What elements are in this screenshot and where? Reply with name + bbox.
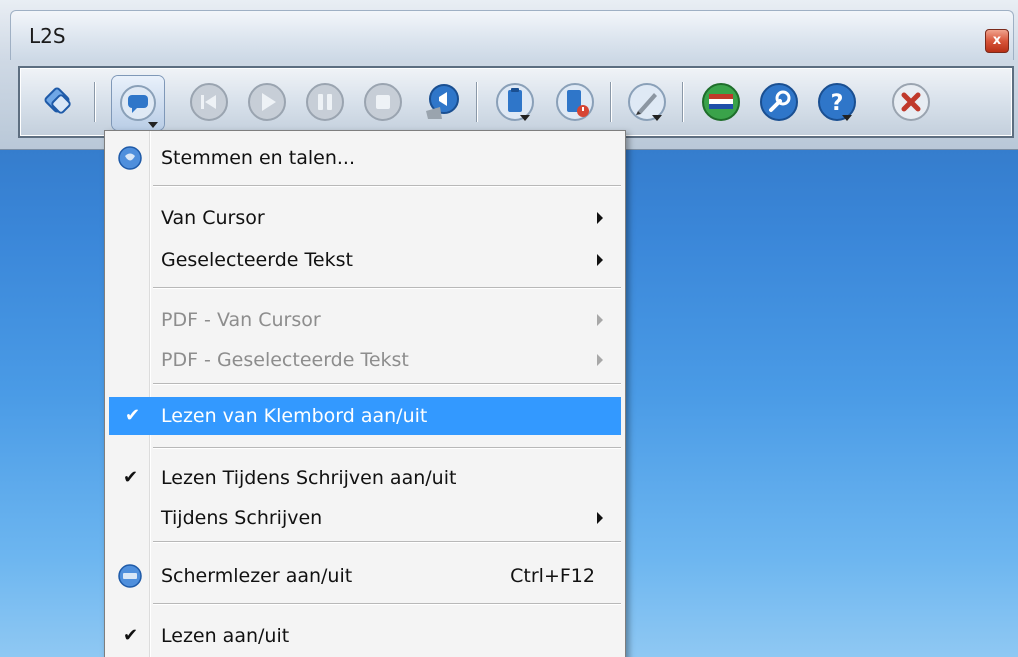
toolbar-separator	[476, 82, 478, 122]
pause-icon	[306, 83, 344, 121]
speech-dropdown-menu: Stemmen en talen... Van Cursor Geselecte…	[104, 130, 626, 657]
menu-item-geselecteerde-tekst[interactable]: Geselecteerde Tekst	[107, 243, 623, 277]
menu-separator	[153, 447, 621, 449]
submenu-arrow-icon	[597, 354, 603, 366]
menu-item-pdf-geselecteerde-tekst: PDF - Geselecteerde Tekst	[107, 343, 623, 377]
clipboard-power-icon	[556, 83, 594, 121]
pause-button[interactable]	[304, 81, 346, 123]
settings-refresh-button[interactable]	[38, 81, 80, 123]
menu-item-label: Van Cursor	[161, 207, 265, 229]
exit-button[interactable]	[890, 81, 932, 123]
stop-icon	[364, 83, 402, 121]
menu-item-label: PDF - Van Cursor	[161, 309, 321, 331]
menu-item-label: Tijdens Schrijven	[161, 507, 323, 529]
speaker-button[interactable]	[420, 81, 462, 123]
clipboard-power-button[interactable]	[554, 81, 596, 123]
menu-item-label: PDF - Geselecteerde Tekst	[161, 349, 409, 371]
menu-separator	[153, 383, 621, 385]
menu-item-shortcut: Ctrl+F12	[510, 565, 595, 587]
wrench-icon	[760, 83, 798, 121]
play-button[interactable]	[246, 81, 288, 123]
pen-button[interactable]	[626, 81, 668, 123]
clipboard-read-button[interactable]	[494, 81, 536, 123]
menu-item-van-cursor[interactable]: Van Cursor	[107, 201, 623, 235]
submenu-arrow-icon	[597, 212, 603, 224]
menu-separator	[153, 603, 621, 605]
chevron-down-icon	[652, 115, 662, 121]
menu-item-label: Schermlezer aan/uit	[161, 565, 353, 587]
menu-item-pdf-van-cursor: PDF - Van Cursor	[107, 303, 623, 337]
chevron-down-icon	[148, 122, 158, 128]
play-icon	[248, 83, 286, 121]
submenu-arrow-icon	[597, 512, 603, 524]
skip-back-icon	[190, 83, 228, 121]
settings-refresh-icon	[44, 87, 71, 114]
exit-icon	[892, 83, 930, 121]
menu-item-tijdens-schrijven[interactable]: Tijdens Schrijven	[107, 501, 623, 535]
menu-separator	[153, 287, 621, 289]
submenu-arrow-icon	[597, 314, 603, 326]
menu-item-label: Lezen Tijdens Schrijven aan/uit	[161, 467, 457, 489]
window-title: L2S	[29, 24, 66, 48]
title-bar[interactable]: L2S x	[10, 10, 1014, 60]
toolbar-separator	[94, 82, 96, 122]
menu-item-lezen[interactable]: ✔ Lezen aan/uit	[107, 619, 623, 653]
check-icon: ✔	[125, 405, 141, 426]
speech-bubble-dropdown-icon	[120, 85, 156, 121]
menu-item-schermlezer[interactable]: Schermlezer aan/uit Ctrl+F12	[107, 559, 623, 593]
settings-button[interactable]	[758, 81, 800, 123]
screenreader-icon	[118, 564, 142, 588]
app-window: L2S x ?	[0, 0, 1018, 150]
skip-back-button[interactable]	[188, 81, 230, 123]
toolbar-separator	[610, 82, 612, 122]
menu-separator	[153, 185, 621, 187]
main-toolbar: ?	[18, 66, 1014, 138]
stop-button[interactable]	[362, 81, 404, 123]
chevron-down-icon	[520, 115, 530, 121]
speech-menu-button[interactable]	[112, 76, 164, 130]
dutch-flag-icon	[702, 83, 740, 121]
menu-item-klembord[interactable]: ✔ Lezen van Klembord aan/uit	[109, 397, 621, 435]
window-close-button[interactable]: x	[985, 29, 1009, 53]
voices-icon	[118, 146, 142, 170]
menu-item-label: Lezen aan/uit	[161, 625, 290, 647]
chevron-down-icon	[842, 115, 852, 121]
submenu-arrow-icon	[597, 254, 603, 266]
menu-separator	[153, 541, 621, 543]
language-button[interactable]	[700, 81, 742, 123]
menu-item-label: Geselecteerde Tekst	[161, 249, 353, 271]
check-icon: ✔	[123, 467, 139, 488]
menu-item-label: Stemmen en talen...	[161, 147, 355, 169]
svg-text:?: ?	[831, 91, 844, 116]
menu-item-voices-languages[interactable]: Stemmen en talen...	[107, 141, 623, 175]
menu-item-label: Lezen van Klembord aan/uit	[161, 405, 428, 427]
check-icon: ✔	[123, 625, 139, 646]
help-button[interactable]: ?	[816, 81, 858, 123]
toolbar-separator	[682, 82, 684, 122]
menu-item-tijdens-schrijven-toggle[interactable]: ✔ Lezen Tijdens Schrijven aan/uit	[107, 461, 623, 495]
speaker-icon	[426, 84, 459, 119]
